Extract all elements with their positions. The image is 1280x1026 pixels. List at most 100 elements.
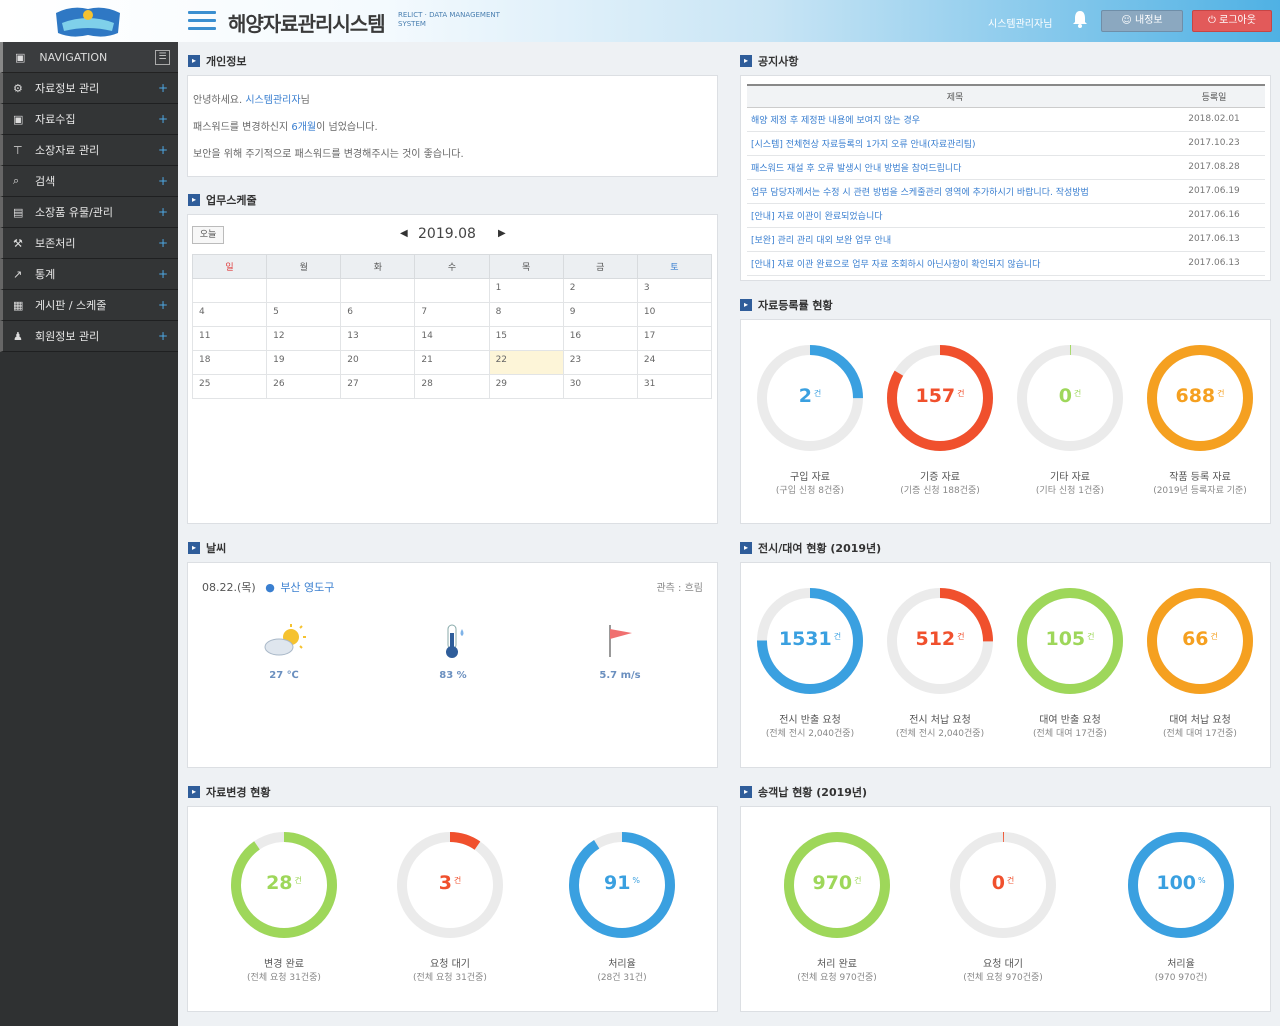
calendar-day[interactable]: 29	[488, 374, 564, 399]
calendar-day[interactable]: 12	[266, 326, 342, 351]
board-row-title[interactable]: 해양 제정 후 제정판 내용에 보여지 않는 경우	[747, 107, 1163, 132]
weather-header: 08.22.(목) ● 부산 영도구	[202, 579, 334, 595]
board-row[interactable]: [시스템] 전체현상 자료등록의 1가지 오류 안내(자료관리팀) 2017.10…	[747, 131, 1265, 156]
calendar-day[interactable]: 15	[488, 326, 564, 351]
board-row-title[interactable]: 패스워드 재설 후 오류 발생시 안내 방법을 참여드립니다	[747, 155, 1163, 180]
calendar-day[interactable]: 3	[636, 278, 713, 303]
calendar-prev-icon[interactable]: ◀	[400, 228, 408, 239]
menu-toggle-icon[interactable]	[188, 11, 216, 31]
change-title-text: 자료변경 현황	[206, 786, 271, 799]
board-row-title[interactable]: [안내] 자료 이관이 완료되었습니다	[747, 203, 1163, 228]
board-row[interactable]: [보완] 관리 관리 대외 보완 업무 안내 2017.06.13	[747, 227, 1265, 252]
admin-label: 시스템관리자님	[988, 19, 1053, 30]
board-row-title[interactable]: [보완] 관리 관리 대외 보완 업무 안내	[747, 227, 1163, 252]
expand-icon[interactable]: +	[158, 143, 168, 157]
calendar-day[interactable]: 21	[414, 350, 490, 375]
donut-label: 요청 대기	[983, 959, 1023, 970]
collapse-icon[interactable]: ☰	[155, 50, 170, 65]
sidebar-item[interactable]: ⊤ 소장자료 관리 +	[0, 135, 178, 166]
schedule-title-text: 업무스케줄	[206, 194, 257, 207]
calendar-day[interactable]: 20	[340, 350, 416, 375]
donut-number: 1531	[778, 628, 832, 650]
calendar-day[interactable]: 6	[340, 302, 416, 327]
board-row[interactable]: [안내] 자료 이관이 완료되었습니다 2017.06.16	[747, 203, 1265, 228]
expand-icon[interactable]: +	[158, 81, 168, 95]
calendar-day[interactable]: 22	[488, 350, 564, 375]
logout-button[interactable]: ⏻ 로그아웃	[1192, 10, 1272, 32]
calendar-day[interactable]: 25	[191, 374, 268, 399]
donut-number: 157	[915, 385, 956, 407]
expand-icon[interactable]: +	[158, 112, 168, 126]
calendar-day[interactable]: 13	[340, 326, 416, 351]
calendar-day[interactable]: 8	[488, 302, 564, 327]
calendar-day[interactable]: 16	[562, 326, 638, 351]
board-row[interactable]: [안내] 자료 이관 완료으로 업무 자료 조회하시 아닌사항이 확인되지 않습…	[747, 251, 1265, 276]
calendar-day[interactable]: 28	[414, 374, 490, 399]
sidebar-item[interactable]: ⚒ 보존처리 +	[0, 228, 178, 259]
expand-icon[interactable]: +	[158, 236, 168, 250]
expand-icon[interactable]: +	[158, 267, 168, 281]
calendar-day[interactable]: 26	[266, 374, 342, 399]
expand-icon[interactable]: +	[158, 205, 168, 219]
calendar-day[interactable]: 24	[636, 350, 713, 375]
calendar-day[interactable]: 17	[636, 326, 713, 351]
expand-icon[interactable]: +	[158, 298, 168, 312]
donut-number: 2	[798, 385, 812, 407]
my-info-button[interactable]: ☺ 내정보	[1101, 10, 1183, 32]
board-row-title[interactable]: [시스템] 전체현상 자료등록의 1가지 오류 안내(자료관리팀)	[747, 131, 1163, 156]
registration-section-title: ▸ 자료등록률 현황	[740, 297, 833, 313]
sidebar-item[interactable]: ▣ 자료수집 +	[0, 104, 178, 135]
calendar-day[interactable]: 31	[636, 374, 713, 399]
calendar-day[interactable]: 4	[191, 302, 268, 327]
board-row[interactable]: 업무 담당자께서는 수정 시 관련 방법을 스케줄관리 영역에 추가하시기 바랍…	[747, 179, 1265, 204]
calendar-day[interactable]: 10	[636, 302, 713, 327]
weather-location[interactable]: 부산 영도구	[280, 581, 334, 594]
calendar-day[interactable]: 2	[562, 278, 638, 303]
change-donut: 3 건 요청 대기 (전체 요청 31건중)	[394, 829, 506, 983]
calendar-day[interactable]: 11	[191, 326, 268, 351]
expand-icon[interactable]: +	[158, 174, 168, 188]
calendar-today-button[interactable]: 오늘	[192, 226, 224, 244]
sidebar-item[interactable]: ⌕ 검색 +	[0, 166, 178, 197]
calendar-day[interactable]	[414, 278, 490, 303]
calendar-day[interactable]	[266, 278, 342, 303]
bell-icon[interactable]	[1072, 10, 1090, 30]
board-row-title[interactable]: [안내] 자료 이관 완료으로 업무 자료 조회하시 아닌사항이 확인되지 않습…	[747, 251, 1163, 276]
expand-icon[interactable]: +	[158, 329, 168, 343]
exhibition-donut: 1531 건 전시 반출 요청 (전체 전시 2,040건중)	[754, 585, 866, 739]
lock-icon: ▣	[13, 112, 24, 126]
sidebar-item-label: 자료정보 관리	[35, 82, 100, 95]
weather-title-text: 날씨	[206, 542, 227, 555]
calendar-day[interactable]: 27	[340, 374, 416, 399]
sidebar-item-label: 회원정보 관리	[35, 330, 100, 343]
sidebar-item[interactable]: ♟ 회원정보 관리 +	[0, 321, 178, 352]
search-icon: ⌕	[13, 174, 20, 187]
sidebar-item[interactable]: ▤ 소장품 유물/관리 +	[0, 197, 178, 228]
calendar-day[interactable]	[340, 278, 416, 303]
calendar-day[interactable]	[191, 278, 268, 303]
calendar-day[interactable]: 9	[562, 302, 638, 327]
temperature-value: 27 ℃	[269, 670, 299, 681]
donut-value: 0건	[1014, 385, 1126, 407]
registration-donut: 0 건 기타 자료 (기타 신청 1건중)	[1014, 342, 1126, 496]
box-icon: ▤	[13, 205, 24, 219]
calendar-day[interactable]: 30	[562, 374, 638, 399]
calendar-day[interactable]: 14	[414, 326, 490, 351]
monitor-icon: ▣	[15, 50, 26, 64]
calendar-day[interactable]: 19	[266, 350, 342, 375]
calendar-day[interactable]: 5	[266, 302, 342, 327]
board-row[interactable]: 패스워드 재설 후 오류 발생시 안내 방법을 참여드립니다 2017.08.28	[747, 155, 1265, 180]
calendar-day[interactable]: 7	[414, 302, 490, 327]
pin-icon: ⊤	[13, 143, 23, 157]
calendar-day[interactable]: 18	[191, 350, 268, 375]
calendar-day[interactable]: 23	[562, 350, 638, 375]
sidebar-item[interactable]: ▦ 게시판 / 스케줄 +	[0, 290, 178, 321]
donut-label: 변경 완료	[264, 959, 304, 970]
sidebar-item[interactable]: ↗ 통계 +	[0, 259, 178, 290]
section-bullet-icon: ▸	[188, 542, 200, 554]
board-row-title[interactable]: 업무 담당자께서는 수정 시 관련 방법을 스케줄관리 영역에 추가하시기 바랍…	[747, 179, 1163, 204]
calendar-next-icon[interactable]: ▶	[498, 228, 506, 239]
board-row[interactable]: 해양 제정 후 제정판 내용에 보여지 않는 경우 2018.02.01	[747, 107, 1265, 132]
sidebar-item[interactable]: ⚙ 자료정보 관리 +	[0, 73, 178, 104]
calendar-day[interactable]: 1	[488, 278, 564, 303]
